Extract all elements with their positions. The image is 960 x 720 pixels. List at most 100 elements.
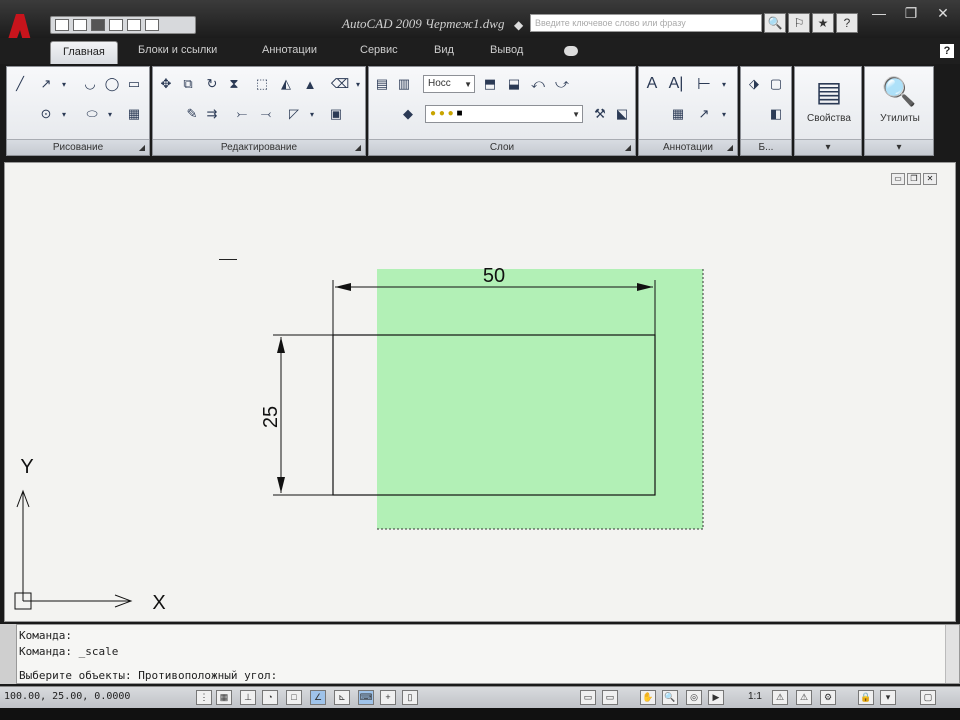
rectangle-icon[interactable]: ▭ [125,75,143,93]
insert-block-icon[interactable]: ⬗ [745,75,763,93]
chevron-down-icon[interactable]: ▾ [795,139,861,155]
search-icon[interactable]: 🔍 [764,13,786,33]
panel-draw-title[interactable]: Рисование [53,142,103,153]
quick-properties-icon[interactable]: ▯ [402,690,418,705]
clean-screen-icon[interactable]: ▢ [920,690,936,705]
save-icon[interactable] [91,19,105,31]
edit-block-icon[interactable]: ◧ [767,105,785,123]
help-icon[interactable]: ? [836,13,858,33]
trim-icon[interactable]: ✎ [183,105,201,123]
join-icon[interactable]: ⤙ [257,105,275,123]
ribbon-help-button[interactable]: ? [940,44,954,58]
mirror-icon[interactable]: ⧗ [225,75,243,93]
communication-center-icon[interactable]: ⚐ [788,13,810,33]
match-layer-icon[interactable]: ⬓ [505,75,523,93]
object-snap-icon[interactable]: □ [286,690,302,705]
array-icon[interactable]: ▲ [301,75,319,93]
chevron-down-icon[interactable]: ▾ [349,75,367,93]
auto-scale-icon[interactable]: ⚠ [796,690,812,705]
erase-icon[interactable]: ⌫ [331,75,349,93]
properties-icon[interactable]: ▤ [809,71,849,111]
layer-isolate-icon[interactable]: ⤻ [553,75,571,93]
rotate-icon[interactable]: ↻ [203,75,221,93]
chevron-down-icon[interactable]: ▾ [55,105,73,123]
layer-combo[interactable]: Носс ▼ [423,75,475,93]
chevron-down-icon[interactable]: ▾ [303,105,321,123]
dimension-icon[interactable]: ⊢ [695,75,713,93]
panel-modify-title[interactable]: Редактирование [221,142,297,153]
single-line-text-icon[interactable]: A| [667,75,685,93]
polar-tracking-icon[interactable]: ◔ [262,690,278,705]
circle-center-icon[interactable]: ⊙ [37,105,55,123]
command-line[interactable]: Команда: Команда: _scale Выберите объект… [16,624,960,684]
create-block-icon[interactable]: ▢ [767,75,785,93]
drawing-canvas[interactable]: ▭ ❐ ✕ 50 25 Y X [4,162,956,622]
panel-properties[interactable]: ▤ Свойства ▾ [794,66,862,156]
tab-output[interactable]: Вывод [490,44,523,56]
leader-icon[interactable]: ↗ [695,105,713,123]
panel-layers-title[interactable]: Слои [490,142,514,153]
lineweight-icon[interactable]: + [380,690,396,705]
line-icon[interactable]: ╱ [11,75,29,93]
layer-previous-icon[interactable]: ⤺ [529,75,547,93]
make-current-icon[interactable]: ⬒ [481,75,499,93]
statusbar-menu-icon[interactable]: ▾ [880,690,896,705]
undo-icon[interactable] [109,19,123,31]
command-prompt[interactable]: Выберите объекты: Противоположный угол: [19,669,277,682]
panel-expand-icon[interactable]: ◢ [355,140,361,155]
layer-list-combo[interactable]: ● ● ● ■ ▼ [425,105,583,123]
panel-utilities[interactable]: 🔍 Утилиты ▾ [864,66,934,156]
minimize-button[interactable]: — [864,2,894,24]
favorites-icon[interactable]: ★ [812,13,834,33]
object-snap-tracking-icon[interactable]: ∠ [310,690,326,705]
chevron-down-icon[interactable]: ▾ [55,75,73,93]
steering-wheel-icon[interactable]: ◎ [686,690,702,705]
close-button[interactable]: ✕ [928,2,958,24]
command-line-grip[interactable] [0,624,16,684]
polyline-icon[interactable]: ↗ [37,75,55,93]
stretch-icon[interactable]: ⬚ [253,75,271,93]
move-icon[interactable]: ✥ [157,75,175,93]
panel-annotation-title[interactable]: Аннотации [663,142,713,153]
ribbon-minimize-button[interactable] [564,46,578,56]
panel-expand-icon[interactable]: ◢ [727,140,733,155]
command-line-scrollbar[interactable] [945,625,959,683]
annotation-visibility-icon[interactable]: ⚠ [772,690,788,705]
grid-display-icon[interactable]: ▦ [216,690,232,705]
model-space-icon[interactable]: ▭ [580,690,596,705]
dynamic-ucs-icon[interactable]: ⊾ [334,690,350,705]
ortho-mode-icon[interactable]: ⊥ [240,690,256,705]
layer-state-icon[interactable]: ▥ [395,75,413,93]
chevron-down-icon[interactable]: ▾ [101,105,119,123]
search-input[interactable]: Введите ключевое слово или фразу [530,14,762,32]
scale-icon[interactable]: ◭ [277,75,295,93]
copy-icon[interactable]: ⧉ [179,75,197,93]
panel-expand-icon[interactable]: ◢ [139,140,145,155]
snap-mode-icon[interactable]: ⋮ [196,690,212,705]
tab-home[interactable]: Главная [50,41,118,64]
hatch-icon[interactable]: ▦ [125,105,143,123]
panel-blocks-title[interactable]: Б... [759,142,774,153]
tab-tools[interactable]: Сервис [360,44,398,56]
layout-icon[interactable]: ▭ [602,690,618,705]
annotation-scale[interactable]: 1:1 [748,691,762,702]
layer-merge-icon[interactable]: ⬕ [613,105,631,123]
new-file-icon[interactable] [55,19,69,31]
tab-blocks-references[interactable]: Блоки и ссылки [138,44,217,56]
redo-icon[interactable] [127,19,141,31]
open-file-icon[interactable] [73,19,87,31]
workspace-switching-icon[interactable]: ⚙ [820,690,836,705]
dynamic-input-icon[interactable]: ⌨ [358,690,374,705]
pan-icon[interactable]: ✋ [640,690,656,705]
toolbar-lock-icon[interactable]: 🔒 [858,690,874,705]
ellipse-icon[interactable]: ⬭ [83,105,101,123]
explode-icon[interactable]: ▣ [327,105,345,123]
plot-icon[interactable] [145,19,159,31]
tab-view[interactable]: Вид [434,44,454,56]
break-icon[interactable]: ⤚ [233,105,251,123]
showmotion-icon[interactable]: ▶ [708,690,724,705]
zoom-icon[interactable]: 🔍 [662,690,678,705]
zoom-icon[interactable]: 🔍 [879,71,919,111]
extend-icon[interactable]: ⇉ [203,105,221,123]
layer-tool-icon[interactable]: ⚒ [591,105,609,123]
